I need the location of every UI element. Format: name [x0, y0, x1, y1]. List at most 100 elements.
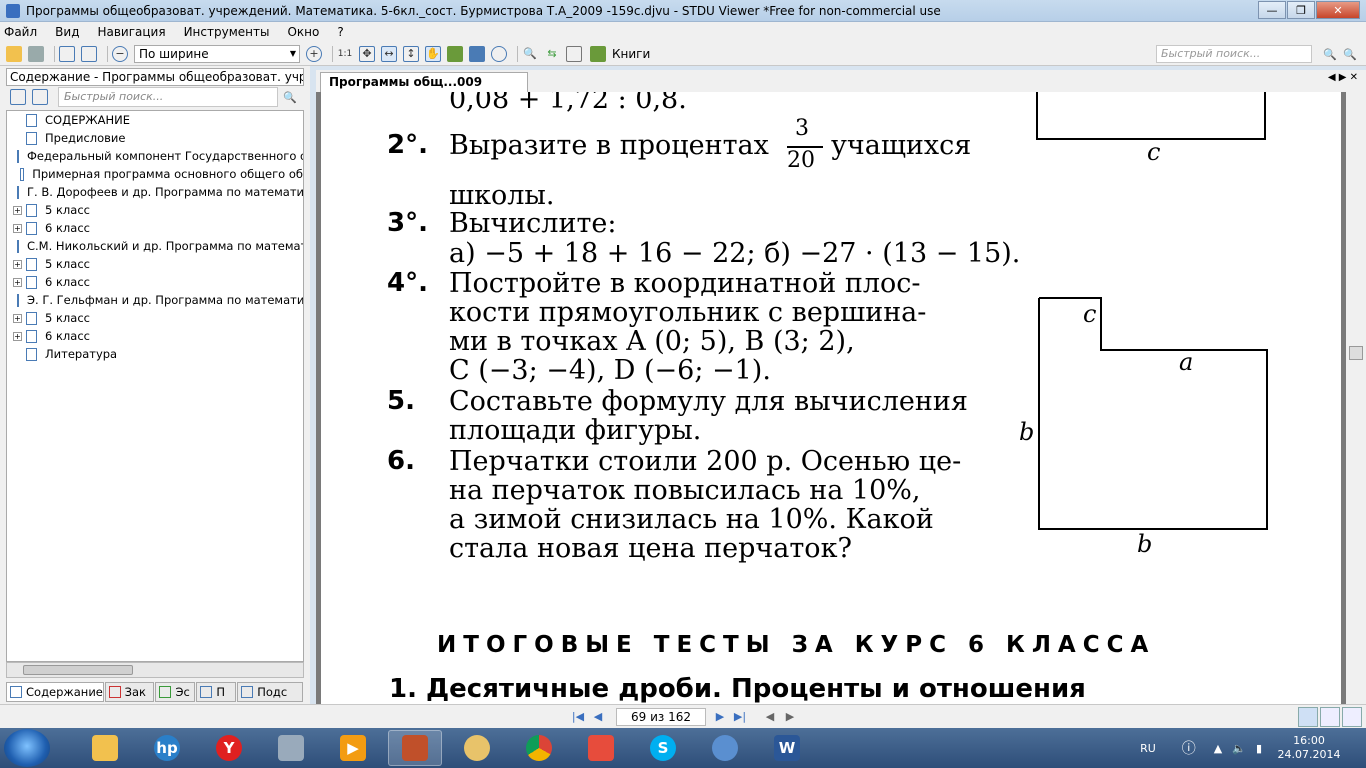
search-next-icon[interactable]: 🔍 [1322, 46, 1338, 62]
select-text-icon[interactable] [469, 45, 485, 62]
tab-bookmarks[interactable]: Зак [104, 682, 155, 702]
taskbar-yandex[interactable]: Y [202, 730, 256, 766]
find-icon[interactable]: 🔍 [522, 46, 538, 62]
search-prev-icon[interactable]: 🔍 [1342, 46, 1358, 62]
expand-toggle-icon[interactable]: + [13, 205, 22, 215]
page-number-field[interactable]: 69 из 162 [616, 708, 706, 726]
menu-view[interactable]: Вид [55, 25, 79, 39]
pages-icon[interactable] [566, 45, 582, 62]
fit-width-icon[interactable]: ↔ [381, 45, 397, 62]
tree-item[interactable]: СОДЕРЖАНИЕ [7, 111, 303, 129]
expand-all-icon[interactable] [10, 89, 26, 105]
tree-item[interactable]: Литература [7, 345, 303, 363]
tab-close-icon[interactable]: ✕ [1350, 72, 1358, 83]
menu-navigation[interactable]: Навигация [97, 25, 165, 39]
tree-item[interactable]: +5 класс [7, 201, 303, 219]
tab-thumbnails[interactable]: Эс [155, 682, 196, 702]
menu-window[interactable]: Окно [287, 25, 319, 39]
contents-search-input[interactable]: Быстрый поиск... [58, 87, 278, 107]
expand-toggle-icon[interactable]: + [13, 313, 22, 323]
language-indicator[interactable]: RU [1140, 742, 1156, 755]
taskbar-skype[interactable]: S [636, 730, 690, 766]
tab-next-icon[interactable]: ▶ [1339, 72, 1347, 83]
zoom-in-icon[interactable]: + [306, 45, 322, 62]
swap-icon[interactable]: ⇆ [544, 46, 560, 62]
taskbar-word[interactable]: W [760, 730, 814, 766]
scrollbar-thumb[interactable] [1349, 346, 1363, 360]
copy-icon[interactable] [59, 45, 75, 62]
expand-toggle-icon[interactable]: + [13, 277, 22, 287]
expand-toggle-icon[interactable]: + [13, 259, 22, 269]
zoom-out-icon[interactable]: − [112, 45, 128, 62]
hand-tool-icon[interactable]: ✋ [425, 45, 441, 62]
magnifier-icon[interactable] [491, 45, 507, 62]
tree-item[interactable]: Г. В. Дорофеев и др. Программа по матема… [7, 183, 303, 201]
taskbar-media[interactable]: ▶ [326, 730, 380, 766]
contents-panel-title[interactable]: Содержание - Программы общеобразоват. уч… [6, 68, 304, 86]
tab-contents[interactable]: Содержание [6, 682, 104, 702]
tree-item[interactable]: Примерная программа основного общего об [7, 165, 303, 183]
fit-height-icon[interactable]: ↕ [403, 45, 419, 62]
maximize-button[interactable]: ❐ [1287, 1, 1315, 19]
two-page-view-icon[interactable] [1320, 707, 1340, 727]
quick-search-input[interactable]: Быстрый поиск... [1156, 45, 1312, 63]
tree-item[interactable]: +6 класс [7, 219, 303, 237]
taskbar-search[interactable] [698, 730, 752, 766]
document-viewer[interactable]: 0,08 + 1,72 : 0,8. 2°. Выразите в процен… [316, 92, 1346, 704]
close-button[interactable]: ✕ [1316, 1, 1360, 19]
fit-page-icon[interactable]: ✥ [359, 45, 375, 62]
taskbar-hp[interactable]: hp [140, 730, 194, 766]
taskbar-stdu-viewer[interactable] [388, 730, 442, 766]
tab-signatures[interactable]: Подс [237, 682, 303, 702]
single-page-view-icon[interactable] [1298, 707, 1318, 727]
start-button[interactable] [4, 729, 50, 767]
tree-item[interactable]: С.М. Никольский и др. Программа по матем… [7, 237, 303, 255]
tree-item[interactable]: Федеральный компонент Государственного о… [7, 147, 303, 165]
minimize-button[interactable]: — [1258, 1, 1286, 19]
network-icon[interactable]: ▮ [1256, 742, 1262, 755]
select-image-icon[interactable] [447, 45, 463, 62]
horizontal-scrollbar[interactable] [6, 662, 304, 678]
tray-arrow-icon[interactable]: ▲ [1214, 742, 1222, 755]
collapse-all-icon[interactable] [32, 89, 48, 105]
tree-item[interactable]: +5 класс [7, 255, 303, 273]
taskbar-calculator[interactable] [264, 730, 318, 766]
tab-prev-icon[interactable]: ◀ [1328, 72, 1336, 83]
print-icon[interactable] [28, 45, 44, 62]
menu-tools[interactable]: Инструменты [184, 25, 270, 39]
last-page-icon[interactable]: ▶| [732, 710, 748, 724]
books-button[interactable]: Книги [590, 45, 650, 62]
back-icon[interactable]: ◀ [762, 710, 778, 724]
zoom-mode-select[interactable]: По ширине ▼ [134, 44, 300, 63]
tree-item[interactable]: Э. Г. Гельфман и др. Программа по матема… [7, 291, 303, 309]
taskbar-chrome[interactable] [512, 730, 566, 766]
paste-icon[interactable] [81, 45, 97, 62]
actual-size-button[interactable]: 1:1 [337, 46, 353, 62]
first-page-icon[interactable]: |◀ [570, 710, 586, 724]
fullscreen-icon[interactable] [1276, 707, 1296, 727]
tab-search[interactable]: П [196, 682, 237, 702]
menu-file[interactable]: Файл [4, 25, 37, 39]
continuous-view-icon[interactable] [1342, 707, 1362, 727]
contents-search-icon[interactable]: 🔍 [282, 89, 298, 105]
next-page-icon[interactable]: ▶ [712, 710, 728, 724]
prev-page-icon[interactable]: ◀ [590, 710, 606, 724]
menu-help[interactable]: ? [337, 25, 343, 39]
volume-icon[interactable]: 🔈 [1232, 742, 1246, 755]
forward-icon[interactable]: ▶ [782, 710, 798, 724]
help-icon[interactable]: ⓘ [1182, 738, 1196, 758]
taskbar-apps[interactable] [574, 730, 628, 766]
scrollbar-thumb[interactable] [23, 665, 133, 675]
document-tab[interactable]: Программы общ...009 -159с.djvu [320, 72, 528, 107]
open-folder-icon[interactable] [6, 45, 22, 62]
tree-item[interactable]: Предисловие [7, 129, 303, 147]
clock[interactable]: 16:00 24.07.2014 [1272, 734, 1346, 762]
tree-item[interactable]: +6 класс [7, 273, 303, 291]
tree-item[interactable]: +5 класс [7, 309, 303, 327]
tree-item[interactable]: +6 класс [7, 327, 303, 345]
taskbar-explorer[interactable] [78, 730, 132, 766]
taskbar-paint[interactable] [450, 730, 504, 766]
expand-toggle-icon[interactable]: + [13, 331, 22, 341]
vertical-scrollbar[interactable] [1346, 92, 1366, 704]
expand-toggle-icon[interactable]: + [13, 223, 22, 233]
